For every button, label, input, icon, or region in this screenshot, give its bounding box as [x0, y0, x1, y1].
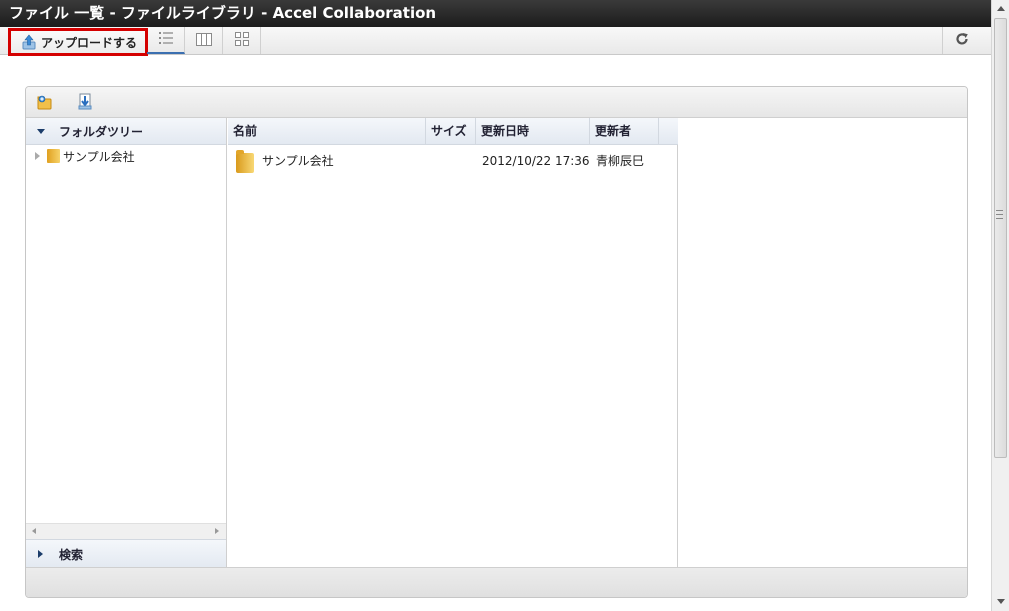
column-header-filler	[659, 118, 678, 145]
panel-toolbar	[26, 87, 967, 118]
file-updater: 青柳辰巳	[596, 154, 645, 168]
folder-tree-pane: フォルダツリー サンプル会社 検索	[26, 118, 227, 568]
folder-tree-header[interactable]: フォルダツリー	[26, 118, 226, 145]
scroll-up-arrow-icon[interactable]	[997, 6, 1005, 11]
folder-tree-title: フォルダツリー	[59, 124, 144, 139]
list-view-button[interactable]	[147, 27, 185, 54]
expand-arrow-icon	[38, 550, 43, 558]
panel-footer	[26, 567, 967, 597]
folder-icon	[47, 149, 60, 163]
list-view-icon	[158, 32, 173, 47]
tree-node-sample-company[interactable]: サンプル会社	[26, 145, 226, 167]
tree-node-label: サンプル会社	[63, 149, 135, 164]
column-view-button[interactable]	[185, 27, 223, 54]
file-list-pane: 名前 サイズ 更新日時 更新者 サンプル会社 2012/10/22 17:36 …	[228, 118, 678, 568]
folder-icon	[236, 150, 254, 173]
search-section-header[interactable]: 検索	[26, 539, 226, 568]
main-toolbar: アップロードする	[0, 27, 991, 56]
scrollbar-grip-icon	[996, 210, 1003, 219]
tree-horizontal-scrollbar[interactable]	[26, 523, 226, 539]
scroll-left-arrow-icon[interactable]	[32, 528, 36, 534]
download-icon[interactable]	[76, 93, 94, 111]
search-label: 検索	[59, 547, 84, 562]
collapse-arrow-icon	[37, 128, 45, 134]
window-title: ファイル 一覧 - ファイルライブラリ - Accel Collaboratio…	[0, 0, 991, 27]
thumbnail-view-icon	[234, 32, 249, 49]
scroll-down-arrow-icon[interactable]	[997, 599, 1005, 604]
file-library-panel: フォルダツリー サンプル会社 検索 名前 サイズ 更新日時 更新者 サンプル会社	[25, 86, 968, 598]
thumbnail-view-button[interactable]	[223, 27, 261, 54]
column-header-updated[interactable]: 更新日時	[476, 118, 590, 145]
scrollbar-thumb[interactable]	[994, 18, 1007, 458]
table-row[interactable]: サンプル会社 2012/10/22 17:36 青柳辰巳	[228, 147, 678, 175]
upload-button-label: アップロードする	[41, 35, 138, 50]
upload-icon	[21, 34, 37, 50]
refresh-icon	[955, 32, 969, 49]
new-folder-icon[interactable]	[36, 93, 54, 111]
file-updated: 2012/10/22 17:36	[482, 154, 590, 168]
file-list-header: 名前 サイズ 更新日時 更新者	[228, 118, 678, 145]
page-vertical-scrollbar[interactable]	[991, 0, 1009, 611]
expand-arrow-icon[interactable]	[35, 152, 40, 160]
file-size	[426, 147, 432, 175]
column-view-icon	[195, 32, 212, 49]
column-header-size[interactable]: サイズ	[426, 118, 476, 145]
file-name[interactable]: サンプル会社	[256, 147, 334, 175]
upload-button[interactable]: アップロードする	[8, 28, 148, 56]
refresh-button[interactable]	[942, 27, 980, 54]
column-header-updater[interactable]: 更新者	[590, 118, 659, 145]
column-header-name[interactable]: 名前	[228, 118, 426, 145]
scroll-right-arrow-icon[interactable]	[215, 528, 219, 534]
